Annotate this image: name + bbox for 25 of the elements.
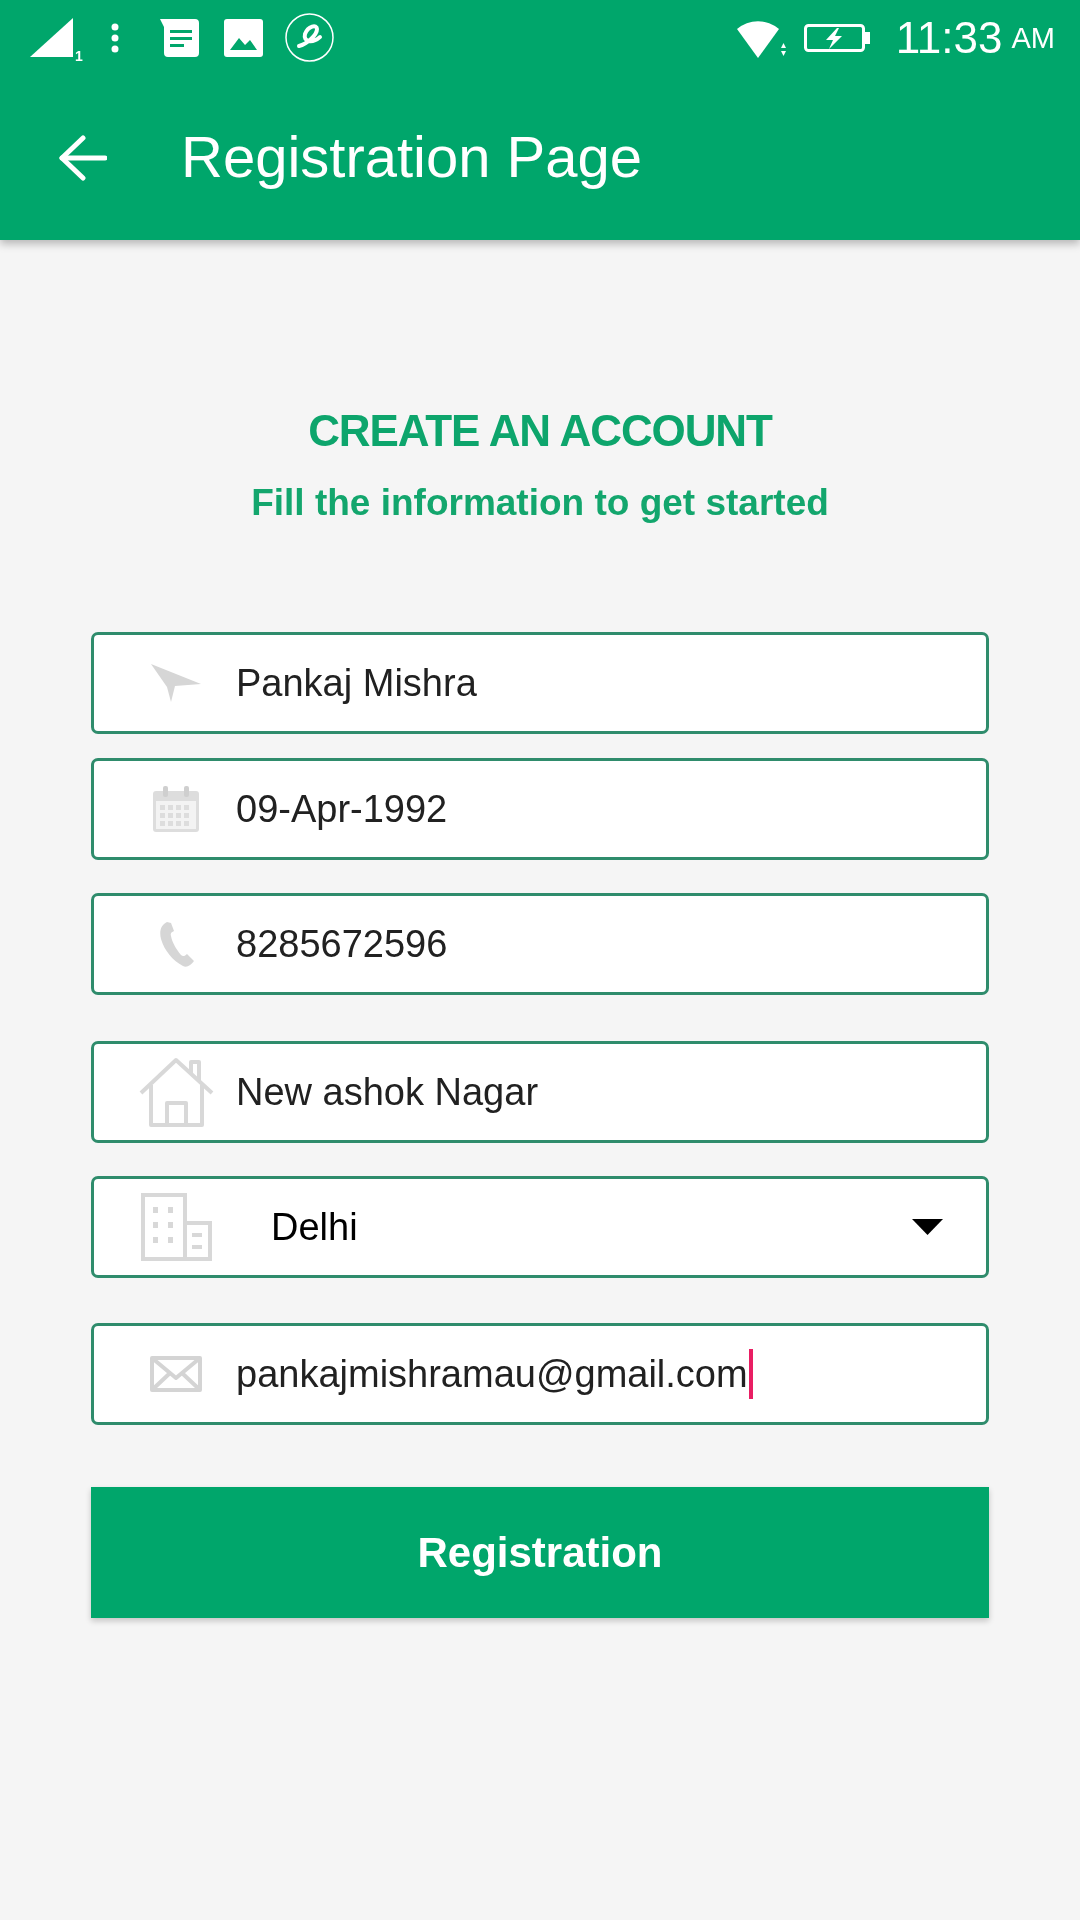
status-time: 11:33 — [895, 15, 1003, 60]
sim-number: 1 — [75, 49, 83, 63]
caret-icon — [912, 1219, 943, 1235]
address-field[interactable]: New ashok Nagar — [91, 1041, 989, 1143]
phone-icon — [158, 921, 194, 967]
house-icon — [138, 1057, 214, 1127]
note-icon — [159, 18, 199, 57]
battery-charging-icon — [803, 23, 871, 52]
building-icon — [140, 1193, 212, 1261]
calendar-icon — [153, 786, 199, 832]
circle-logo-icon — [284, 13, 334, 62]
page-title: Registration Page — [181, 123, 643, 192]
date-field[interactable]: 09-Apr-1992 — [91, 758, 989, 860]
city-dropdown[interactable]: Delhi — [91, 1176, 989, 1278]
image-icon — [223, 18, 263, 57]
vertical-dots-icon — [110, 22, 119, 53]
email-field[interactable]: pankajmishramau@gmail.com — [91, 1323, 989, 1425]
signal-icon — [30, 18, 73, 57]
form-heading: CREATE AN ACCOUNT — [307, 405, 774, 457]
form-subtitle: Fill the information to get started — [250, 481, 830, 525]
am-pm-label: AM — [1011, 24, 1055, 53]
name-field[interactable]: Pankaj Mishra — [91, 632, 989, 734]
paper-plane-icon — [151, 664, 201, 702]
envelope-icon — [150, 1356, 202, 1392]
phone-field[interactable]: 8285672596 — [91, 893, 989, 995]
